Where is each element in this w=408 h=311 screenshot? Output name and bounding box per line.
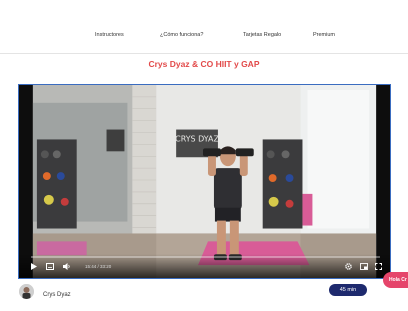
nav-link-premium[interactable]: Premium	[313, 32, 335, 38]
player-controls: 15:44 / 33:20	[19, 254, 390, 278]
nav-link-como-funciona[interactable]: ¿Cómo funciona?	[160, 32, 203, 38]
time-display: 15:44 / 33:20	[85, 264, 112, 269]
nav-link-tarjetas-regalo[interactable]: Tarjetas Regalo	[243, 32, 281, 38]
video-player[interactable]: CRYS DYAZ 15:44 / 33:20	[18, 84, 391, 279]
avatar[interactable]	[19, 284, 34, 299]
wall-logo-text: CRYS DYAZ	[175, 134, 219, 143]
nav-link-instructores[interactable]: Instructores	[95, 32, 124, 38]
progress-bar[interactable]	[31, 256, 380, 258]
instructor-name[interactable]: Crys Dyaz	[43, 292, 71, 298]
video-frame: CRYS DYAZ	[19, 85, 390, 278]
play-icon[interactable]	[31, 263, 37, 273]
fullscreen-icon[interactable]	[375, 263, 382, 273]
instructor-row: Crys Dyaz 45 min	[0, 282, 408, 311]
pip-icon[interactable]	[360, 263, 368, 273]
settings-icon[interactable]	[345, 263, 352, 273]
course-title: Crys Dyaz & CO HIIT y GAP	[148, 59, 260, 69]
chat-button[interactable]: Hola Cr	[383, 272, 408, 288]
duration-badge: 45 min	[329, 284, 367, 296]
top-navigation-bar: Instructores ¿Cómo funciona? Tarjetas Re…	[0, 0, 408, 54]
volume-icon[interactable]	[63, 263, 71, 273]
subtitles-icon[interactable]	[46, 263, 54, 273]
